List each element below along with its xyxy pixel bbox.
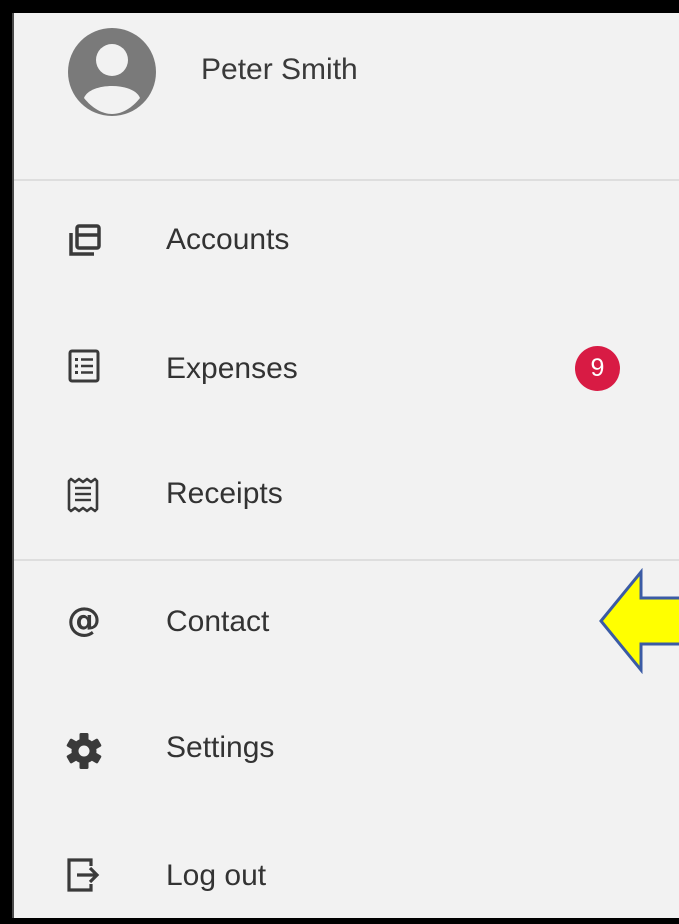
navigation-drawer: Peter Smith Accounts Expenses 9 Receipts… (12, 13, 679, 918)
menu-label-contact: Contact (166, 605, 270, 638)
menu-label-accounts: Accounts (166, 223, 290, 256)
account-circle-icon (68, 28, 156, 116)
section-divider (12, 559, 679, 561)
receipt-icon (67, 477, 99, 513)
drawer-header[interactable]: Peter Smith (12, 13, 679, 179)
logout-icon (67, 858, 100, 892)
accounts-icon (69, 224, 101, 256)
drawer-left-edge (12, 13, 14, 918)
menu-item-accounts[interactable]: Accounts (12, 191, 679, 291)
menu-item-logout[interactable]: Log out (12, 825, 679, 918)
menu-label-receipts: Receipts (166, 477, 283, 510)
annotation-arrow-icon (599, 568, 679, 674)
menu-label-expenses: Expenses (166, 352, 298, 385)
header-divider (12, 179, 679, 181)
menu-item-contact[interactable]: @ Contact (12, 573, 679, 673)
user-name: Peter Smith (201, 53, 358, 86)
svg-text:@: @ (67, 601, 101, 640)
at-sign-icon: @ (67, 601, 101, 640)
menu-item-settings[interactable]: Settings (12, 699, 679, 799)
menu-label-settings: Settings (166, 731, 275, 764)
gear-icon (66, 733, 102, 769)
expenses-count-badge: 9 (575, 346, 620, 391)
list-icon (68, 349, 100, 383)
menu-label-logout: Log out (166, 859, 267, 892)
menu-item-receipts[interactable]: Receipts (12, 445, 679, 545)
